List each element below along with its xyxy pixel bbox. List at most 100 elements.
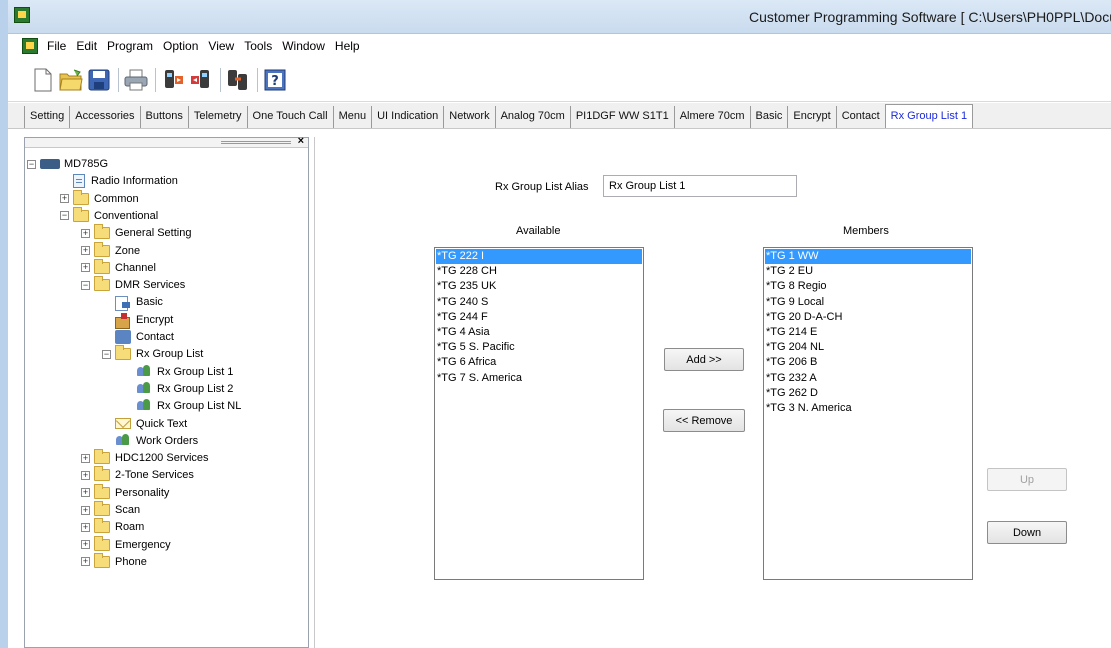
expand-icon[interactable]: + — [81, 453, 90, 463]
list-item[interactable]: *TG 20 D-A-CH — [765, 310, 971, 325]
tree-item[interactable]: Quick Text — [102, 416, 187, 432]
list-item[interactable]: *TG 3 N. America — [765, 401, 971, 416]
menu-program[interactable]: Program — [102, 39, 158, 53]
tree-item[interactable]: − DMR Services — [81, 276, 185, 293]
expand-icon[interactable]: + — [81, 557, 90, 567]
expand-icon[interactable]: + — [81, 228, 90, 238]
list-item[interactable]: *TG 228 CH — [436, 264, 642, 279]
tab-network[interactable]: Network — [443, 106, 494, 128]
list-item[interactable]: *TG 244 F — [436, 310, 642, 325]
tree-item[interactable]: +2-Tone Services — [81, 466, 194, 483]
menu-file[interactable]: File — [42, 39, 71, 53]
expand-icon[interactable]: + — [81, 246, 90, 255]
print-icon[interactable] — [123, 67, 149, 93]
save-icon[interactable] — [86, 67, 112, 93]
tree-item[interactable]: Rx Group List 1 — [123, 364, 233, 380]
tree-item[interactable]: + Roam — [81, 518, 144, 535]
expand-icon[interactable]: + — [81, 505, 90, 515]
tab-one-touch-call[interactable]: One Touch Call — [246, 106, 333, 128]
list-item[interactable]: *TG 262 D — [765, 386, 971, 401]
tab-menu[interactable]: Menu — [332, 106, 372, 128]
tree-item[interactable]: − MD785G — [27, 156, 108, 172]
list-item[interactable]: *TG 214 E — [765, 325, 971, 340]
list-item[interactable]: *TG 240 S — [436, 295, 642, 310]
list-item[interactable]: *TG 9 Local — [765, 295, 971, 310]
tab-encrypt[interactable]: Encrypt — [787, 106, 835, 128]
tab-pi1dgf-ww-s1t1[interactable]: PI1DGF WW S1T1 — [569, 106, 674, 128]
read-radio-icon[interactable] — [160, 67, 186, 93]
tree-item[interactable]: Rx Group List 2 — [123, 381, 233, 397]
document-menu-icon[interactable] — [22, 38, 38, 54]
tree-item[interactable]: + Scan — [81, 501, 140, 518]
list-item[interactable]: *TG 5 S. Pacific — [436, 340, 642, 355]
expand-icon[interactable]: + — [81, 263, 90, 273]
add-button[interactable]: Add >> — [664, 348, 744, 371]
tree-item[interactable]: + General Setting — [81, 224, 191, 241]
open-icon[interactable] — [58, 67, 84, 93]
alias-input[interactable] — [603, 175, 797, 197]
collapse-icon[interactable]: − — [81, 280, 90, 290]
expand-icon[interactable]: + — [81, 488, 90, 498]
list-item[interactable]: *TG 1 WW — [765, 249, 971, 265]
collapse-icon[interactable]: − — [102, 349, 111, 359]
expand-icon[interactable]: + — [81, 540, 90, 550]
tab-accessories[interactable]: Accessories — [69, 106, 139, 128]
remove-button[interactable]: << Remove — [663, 409, 745, 432]
tab-setting[interactable]: Setting — [24, 106, 69, 128]
panel-close-icon[interactable]: × — [298, 135, 304, 147]
write-radio-icon[interactable] — [188, 67, 214, 93]
tab-almere-70cm[interactable]: Almere 70cm — [673, 106, 750, 128]
list-item[interactable]: *TG 204 NL — [765, 340, 971, 355]
tab-ui-indication[interactable]: UI Indication — [371, 106, 443, 128]
list-item[interactable]: *TG 235 UK — [436, 279, 642, 294]
up-button[interactable]: Up — [987, 468, 1067, 491]
tree-item[interactable]: − Rx Group List — [102, 345, 203, 362]
list-item[interactable]: *TG 8 Regio — [765, 279, 971, 294]
tree-item[interactable]: + Channel — [81, 258, 156, 276]
menu-view[interactable]: View — [203, 39, 239, 53]
tab-telemetry[interactable]: Telemetry — [187, 106, 247, 128]
expand-icon[interactable]: + — [81, 470, 90, 480]
menu-tools[interactable]: Tools — [239, 39, 277, 53]
menu-edit[interactable]: Edit — [71, 39, 102, 53]
down-button[interactable]: Down — [987, 521, 1067, 544]
list-item[interactable]: *TG 232 A — [765, 371, 971, 386]
tree-item[interactable]: Encrypt — [102, 312, 173, 329]
tree-item[interactable]: + Phone — [81, 552, 147, 570]
tree-item[interactable]: + Common — [60, 189, 139, 207]
tree-item[interactable]: Work Orders — [102, 433, 198, 449]
app-icon[interactable] — [14, 7, 30, 23]
list-item[interactable]: *TG 4 Asia — [436, 325, 642, 340]
new-icon[interactable] — [30, 67, 56, 93]
list-item[interactable]: *TG 222 I — [436, 249, 642, 265]
tree-item[interactable]: Rx Group List NL — [123, 398, 241, 414]
expand-icon[interactable]: + — [60, 194, 69, 204]
panel-grip[interactable] — [221, 141, 291, 144]
tree-item[interactable]: − Conventional — [60, 206, 158, 224]
tab-buttons[interactable]: Buttons — [139, 106, 188, 128]
list-item[interactable]: *TG 7 S. America — [436, 371, 642, 386]
clone-icon[interactable] — [225, 67, 251, 93]
tree-item[interactable]: Contact — [102, 329, 174, 345]
tab-analog-70cm[interactable]: Analog 70cm — [494, 106, 570, 128]
members-listbox[interactable]: *TG 1 WW *TG 2 EU *TG 8 Regio *TG 9 Local *T… — [763, 247, 973, 580]
expand-icon[interactable]: + — [81, 522, 90, 532]
tab-basic[interactable]: Basic — [749, 106, 788, 128]
tree-item[interactable]: + Personality — [81, 483, 169, 501]
available-listbox[interactable]: *TG 222 I *TG 228 CH *TG 235 UK *TG 240 S *T… — [434, 247, 644, 580]
tree-item[interactable]: Basic — [102, 294, 163, 312]
list-item[interactable]: *TG 6 Africa — [436, 355, 642, 370]
menu-help[interactable]: Help — [330, 39, 365, 53]
help-icon[interactable]: ? — [262, 67, 288, 93]
tree-item[interactable]: + Emergency — [81, 535, 171, 553]
collapse-icon[interactable]: − — [60, 211, 69, 221]
tree-item[interactable]: + Zone — [81, 241, 140, 259]
list-item[interactable]: *TG 206 B — [765, 355, 971, 370]
tab-contact[interactable]: Contact — [835, 106, 885, 128]
collapse-icon[interactable]: − — [27, 159, 36, 169]
tree-item[interactable]: + HDC1200 Services — [81, 449, 209, 466]
menu-window[interactable]: Window — [277, 39, 330, 53]
list-item[interactable]: *TG 2 EU — [765, 264, 971, 279]
tree-item[interactable]: Radio Information — [60, 173, 178, 189]
tab-rx-group-list-1[interactable]: Rx Group List 1 — [884, 104, 974, 128]
